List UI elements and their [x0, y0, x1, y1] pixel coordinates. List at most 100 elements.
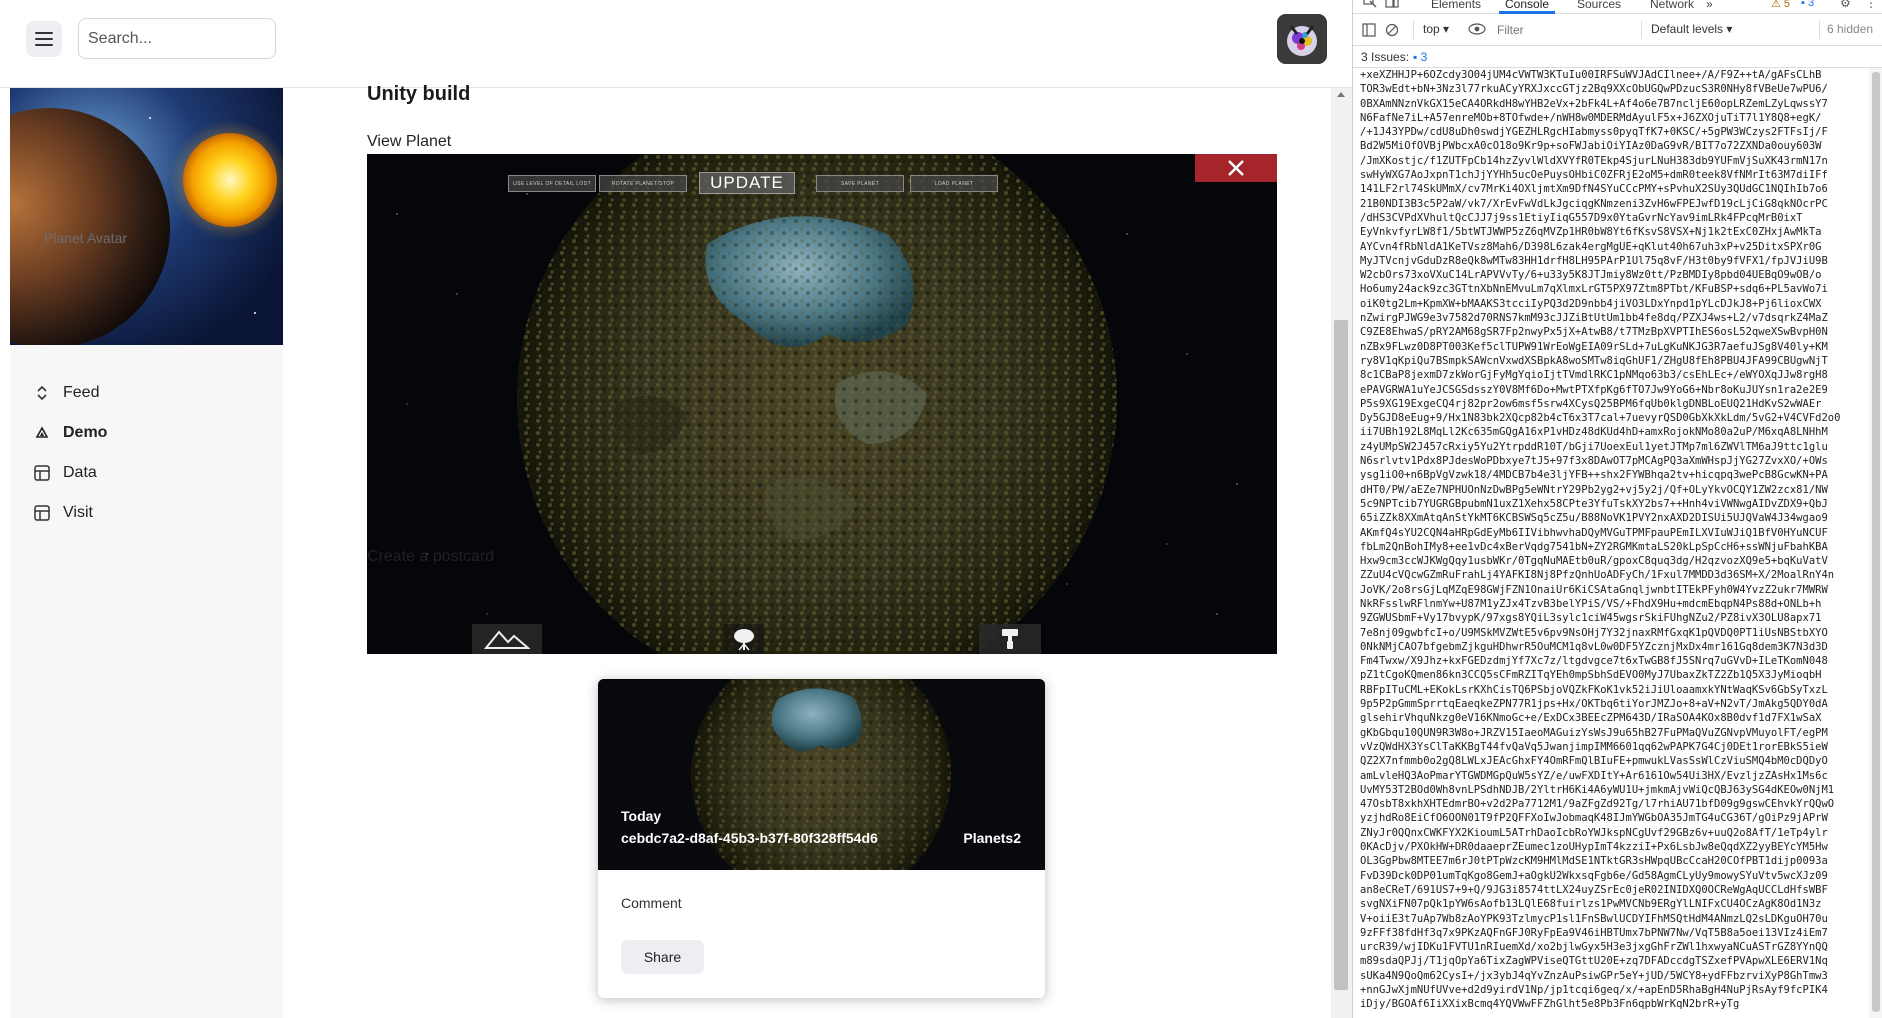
save-planet-button[interactable]: SAVE PLANET	[816, 175, 904, 192]
profile-avatar-button[interactable]	[1277, 14, 1327, 64]
console-log-line: swHyWXG7AoJxpnT1chJjYYHh5ucOePuysOHbiC0Z…	[1360, 169, 1828, 182]
toolbar-divider	[1819, 21, 1820, 39]
tab-console[interactable]: Console	[1498, 0, 1556, 14]
console-log-line: +nnGJwXjmNUfUVve+d2d9yirdV1Np/jp1tcqi6ge…	[1360, 984, 1828, 996]
log-levels-dropdown[interactable]: Default levels ▾	[1651, 22, 1732, 36]
lod-toggle-button[interactable]: USE LEVEL OF DETAIL LOD?	[508, 175, 596, 192]
sidebar-item-data[interactable]: Data	[32, 453, 107, 493]
console-log-line: ZZuU4cVQcwGZmRuFrahLj4YAFKI8Nj8PfzQnhUoA…	[1360, 569, 1835, 582]
sidebar-item-demo[interactable]: Demo	[32, 413, 107, 453]
more-options-icon[interactable]: ⋮	[1865, 0, 1877, 10]
tab-elements[interactable]: Elements	[1431, 0, 1481, 11]
device-toggle-icon[interactable]	[1385, 0, 1399, 8]
console-log-line: AYCvn4fRbNldA1KeTVsz8Mah6/D398L6zak4ergM…	[1360, 240, 1822, 253]
console-log-line: ry8V1qKpiQu7BSmpkSAWcnVxwdXSBpkA8woSMTw8…	[1360, 354, 1828, 367]
load-planet-button[interactable]: LOAD PLANET	[910, 175, 998, 192]
console-log-output[interactable]: +xeXZHHJP+6OZcdy3O04jUM4cVWTW3KTuIu00IRF…	[1353, 68, 1868, 1018]
postcard-card: Today cebdc7a2-d8af-45b3-b37f-80f328ff54…	[598, 679, 1045, 998]
console-log-line: /+1J43YPDw/cdU8uDh0swdjYGEZHLRgcHIabmyss…	[1360, 126, 1828, 139]
eye-icon[interactable]	[1468, 23, 1486, 35]
console-log-line: ii7UBh192L8MqLl2Kc635mGQgA16xP1vHDz48dKU…	[1360, 426, 1828, 439]
sidebar-item-visit[interactable]: Visit	[32, 493, 107, 533]
mountain-icon	[484, 630, 530, 649]
console-log-line: yzjhdRo8EiCfO6OON01T9fP2QFFXoIwJobmaqK48…	[1360, 812, 1828, 825]
rotate-planet-button[interactable]: ROTATE PLANET/STOP	[599, 175, 687, 192]
sidebar-item-label: Data	[63, 464, 97, 481]
view-planet-label: View Planet	[367, 133, 452, 150]
console-log-line: Dy5GJD8eEug+9/Hx1N83bk2XQcp82b4cT6x3T7ca…	[1360, 412, 1841, 425]
console-log-line: C9ZE8EhwaS/pRY2AM68gSR7Fp2nwyPx5jX+AtwB8…	[1360, 326, 1828, 339]
clear-console-icon[interactable]	[1385, 23, 1399, 37]
issues-bar[interactable]: 3 Issues: ▪ 3	[1353, 46, 1882, 68]
console-scrollbar-thumb[interactable]	[1872, 72, 1880, 1012]
postcard-planet-name: Planets2	[963, 830, 1021, 846]
sidebar-nav: Feed Demo Data Visit	[32, 373, 107, 533]
console-log-line: 9p5P2pGmmSprrtqEaeqkeZPN77R1jps+Hx/OKTbq…	[1360, 698, 1828, 711]
context-selector[interactable]: top ▾	[1423, 22, 1449, 36]
console-log-line: AKmfQ4sYU2CQN4aHRpGdEyMb6IIVibhwvhaDQyMV…	[1360, 526, 1828, 539]
console-log-line: m89sdaQPJj/T1jqOpYa6TixZagWPViseQTGttU20…	[1360, 955, 1828, 968]
console-log-line: 141LF2rl74SkUMmX/cv7MrKi4OXljmtXm9DfN4SY…	[1360, 183, 1828, 196]
console-log-line: 8c1CBaP8jexmD7zkWorGjFyMgYqioIjtTVmdlRKC…	[1360, 369, 1828, 382]
console-log-line: Fm4Twxw/X9Jhz+kxFGEDzdmjYf7Xc7z/ltgdvgce…	[1360, 655, 1828, 668]
console-log-line: Bd2W5MiOfOVBjPWbcxA0cO18o9Kr9p+soFWJabiO…	[1360, 140, 1822, 153]
sidebar-item-feed[interactable]: Feed	[32, 373, 107, 413]
tree-icon	[734, 629, 754, 651]
console-log-line: urcR39/wjIDKu1FVTU1nRIuemXd/xo2bjlwGyx5H…	[1360, 941, 1828, 954]
console-log-line: P5s9XG19ExgeCQ4rj82pr2ow6msf5srw4XCysQ25…	[1360, 397, 1822, 410]
console-log-line: 5c9NPTcib7YUGRGBpubmN1uxZ1Xehx58CPte3Yfu…	[1360, 497, 1828, 510]
more-tabs-icon[interactable]: »	[1706, 0, 1713, 11]
page-title: Unity build	[367, 83, 471, 105]
unity-game-canvas[interactable]: USE LEVEL OF DETAIL LOD? ROTATE PLANET/S…	[367, 154, 1277, 654]
console-log-line: z4yUMpSW2J457cRxiy5Yu2YtrpddR10T/bGji7Uo…	[1360, 440, 1828, 453]
chevron-up-down-icon	[32, 383, 52, 403]
sidebar-toggle-icon[interactable]	[1362, 23, 1376, 37]
console-log-line: nZwirgPJWG9e3v7582d70RNS7kmM93cJJZiBtUtU…	[1360, 312, 1828, 325]
avatar-alt-text: Planet Avatar	[44, 230, 128, 246]
console-log-line: NkRFsslwRFlnmYw+U87M1yZJx4TzvB3belYPiS/V…	[1360, 597, 1822, 610]
console-log-line: pZ1tCgoKQmen86kn3CCQ5sCFmRZITqYEh0mpSbhS…	[1360, 669, 1822, 682]
tab-sources[interactable]: Sources	[1577, 0, 1621, 11]
console-log-line: 47OsbT8xkhXHTEdmrBO+v2d2Pa7712M1/9aZFgZd…	[1360, 798, 1835, 811]
tree-tool-button[interactable]	[724, 624, 764, 654]
console-filter-input[interactable]	[1493, 19, 1633, 41]
console-scrollbar[interactable]	[1869, 68, 1882, 1018]
scrollbar-thumb[interactable]	[1334, 320, 1348, 990]
hamburger-menu-button[interactable]	[26, 21, 62, 57]
console-log-line: fbLm2QnBohIMy8+ee1vDc4xBerVqdg7541bN+ZY2…	[1360, 540, 1828, 553]
console-log-line: svgNXiFN07pQk1pYW6sAofb13LQlE68fuirlzs1P…	[1360, 898, 1822, 911]
warnings-badge[interactable]: ⚠ 5	[1771, 0, 1790, 10]
tab-network[interactable]: Network	[1650, 0, 1694, 11]
postcard-image: Today cebdc7a2-d8af-45b3-b37f-80f328ff54…	[598, 679, 1045, 870]
sidebar-item-label: Demo	[63, 424, 108, 441]
sidebar-item-label: Visit	[63, 504, 93, 521]
console-log-line: 9zFFf38fdHf3q7x9PKzAQFnGFJ0RyFpEa9V46iHB…	[1360, 926, 1828, 939]
console-log-line: an8eCReT/691US7+9+Q/9JG3i8574ttLX24uyZSr…	[1360, 883, 1828, 896]
comment-label[interactable]: Comment	[621, 895, 682, 911]
devtools-panel: Elements Console Sources Network » ⚠ 5 ▪…	[1352, 0, 1882, 1018]
paint-tool-button[interactable]	[979, 624, 1041, 654]
console-log-line: 0BXAmNNznVkGX15eCA4ORkdH8wYHB2eVx+2bFk4L…	[1360, 97, 1828, 110]
share-button[interactable]: Share	[621, 940, 704, 974]
console-log-line: N6FafNe7iL+A57enreMOb+8TOfwde+/nWH8w0MDE…	[1360, 111, 1822, 124]
scroll-up-arrow-icon[interactable]	[1337, 92, 1345, 97]
user-avatar-icon	[1277, 14, 1327, 64]
console-log-line: oiK0tg2Lm+KpmXW+bMAAKS3tcciIyPQ3d2D9nbb4…	[1360, 297, 1822, 310]
gear-icon[interactable]: ⚙	[1840, 0, 1851, 10]
update-button[interactable]: UPDATE	[699, 172, 795, 194]
inspect-element-icon[interactable]	[1363, 0, 1377, 8]
console-log-line: EyVnkvfyrLW8f1/5btWTJWWP5zZ6qMVZp1HR0bW8…	[1360, 226, 1822, 239]
console-log-line: MyJTVcnjvGduDzR8eQk8wMTw83HH1drfH8LH95PA…	[1360, 254, 1828, 267]
issues-badge[interactable]: ▪ 3	[1413, 50, 1427, 64]
terrain-tool-button[interactable]	[472, 624, 542, 654]
console-log-line: sUKa4N9QoQm62CysI+/jx3ybJ4qYvZnzAuPsiwGP…	[1360, 969, 1828, 982]
page-scrollbar[interactable]	[1331, 88, 1352, 1018]
postcard-id: cebdc7a2-d8af-45b3-b37f-80f328ff54d6	[621, 830, 878, 846]
console-log-line: Hxw9cm3ccWJKWgQqy1usbWKr/0TgqNuMAEtb0uR/…	[1360, 555, 1828, 568]
close-game-button[interactable]	[1195, 154, 1277, 182]
messages-badge[interactable]: ▪ 3	[1801, 0, 1814, 9]
console-log-line: 65iZZk8XXmAtqAnStYkMT6KCBSWSq5cZ5u/B88No…	[1360, 512, 1828, 525]
search-input[interactable]	[78, 18, 276, 59]
console-log-line: UvMY53T2BOd0Wh8vnLPSdhNDJB/2YltrH6Ki4A6y…	[1360, 783, 1835, 796]
console-log-line: dHT0/PW/aEZe7NPHUOnNzDwBPg5eWNtrY29Pb2yg…	[1360, 483, 1828, 496]
